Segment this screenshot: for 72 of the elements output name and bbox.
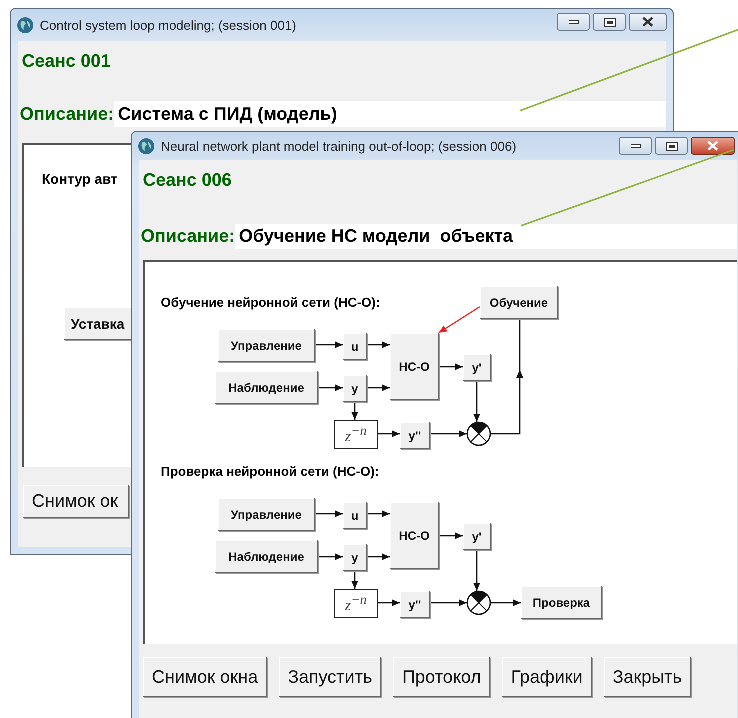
description-field[interactable]: Система с ПИД (модель): [114, 101, 666, 127]
control-block: Управление: [218, 329, 315, 362]
training-button[interactable]: Обучение: [480, 286, 558, 319]
connector-arrow: [378, 600, 400, 606]
signal-block: y: [343, 544, 367, 571]
connector-arrow: [439, 532, 463, 540]
globe-icon: [17, 16, 34, 34]
close-icon: [707, 141, 719, 151]
minimize-icon: [568, 19, 578, 25]
action-button[interactable]: Снимок окна: [143, 657, 268, 697]
action-button[interactable]: Закрыть: [604, 657, 692, 697]
maximize-icon: [666, 142, 678, 150]
signal-block: y'': [400, 422, 430, 449]
connector-arrow: [430, 430, 467, 438]
delay-block: z$^{−n}$: [334, 420, 378, 449]
connector-arrow: [474, 550, 480, 591]
connector-arrow: [318, 384, 343, 392]
globe-icon: [138, 138, 155, 154]
maximize-button[interactable]: [655, 137, 688, 155]
maximize-button[interactable]: [593, 13, 626, 31]
close-button[interactable]: [629, 13, 667, 31]
connector-arrow: [367, 384, 390, 392]
minimize-button[interactable]: [557, 13, 590, 31]
connector-arrow: [352, 402, 358, 420]
connector-arrow: [474, 381, 480, 422]
window-title: Control system loop modeling; (session 001): [40, 18, 298, 32]
connector-arrow: [491, 600, 521, 606]
session-heading: Сеанс 006: [143, 170, 233, 192]
control-block: Управление: [218, 498, 315, 531]
connector-arrow: [352, 571, 358, 589]
connector-arrow: [367, 342, 390, 348]
signal-block: u: [343, 502, 367, 529]
action-button[interactable]: Графики: [502, 657, 592, 697]
minimize-icon: [630, 143, 640, 149]
connector-arrow: [367, 554, 390, 560]
model-block: НС-О: [390, 333, 439, 400]
description-field[interactable]: Обучение НС модели объекта: [235, 224, 737, 249]
delay-block: z$^{−n}$: [334, 589, 378, 618]
signal-block: y': [463, 354, 491, 381]
check-button[interactable]: Проверка: [521, 586, 602, 619]
setpoint-button[interactable]: Уставка: [64, 307, 132, 340]
summing-junction-icon: [466, 590, 492, 616]
action-button[interactable]: Протокол: [393, 657, 490, 697]
window-title: Neural network plant model training out-of-loop; (session 006): [161, 138, 518, 154]
session-heading: Сеанс 001: [22, 51, 112, 73]
signal-block: y'': [400, 591, 430, 618]
signal-block: u: [343, 333, 367, 360]
close-icon: [642, 17, 654, 27]
summing-junction-icon: [466, 422, 492, 446]
minimize-button[interactable]: [619, 137, 652, 155]
section-title: Контур авт: [42, 171, 118, 187]
signal-block: y: [343, 375, 367, 402]
close-button[interactable]: [691, 137, 735, 155]
connector-arrow: [315, 510, 343, 518]
description-label: Описание:: [20, 104, 114, 124]
observation-block: Наблюдение: [215, 371, 318, 404]
connector-arrow: [438, 306, 480, 334]
connector-arrow: [367, 510, 390, 518]
signal-block: y': [463, 523, 491, 550]
section-title: Обучение нейронной сети (НС-О):: [161, 295, 380, 310]
maximize-icon: [604, 18, 616, 26]
connector-arrow: [439, 364, 463, 370]
action-button[interactable]: Запустить: [279, 657, 382, 697]
observation-block: Наблюдение: [215, 540, 318, 573]
connector-arrow: [318, 554, 343, 560]
connector-arrow: [378, 430, 400, 438]
connector-arrow: [315, 342, 343, 348]
section-title: Проверка нейронной сети (НС-О):: [161, 464, 380, 479]
model-block: НС-О: [390, 502, 439, 569]
description-label: Описание:: [141, 226, 236, 247]
screenshot-button[interactable]: Снимок ок: [23, 485, 129, 518]
connector-arrow: [430, 600, 467, 606]
